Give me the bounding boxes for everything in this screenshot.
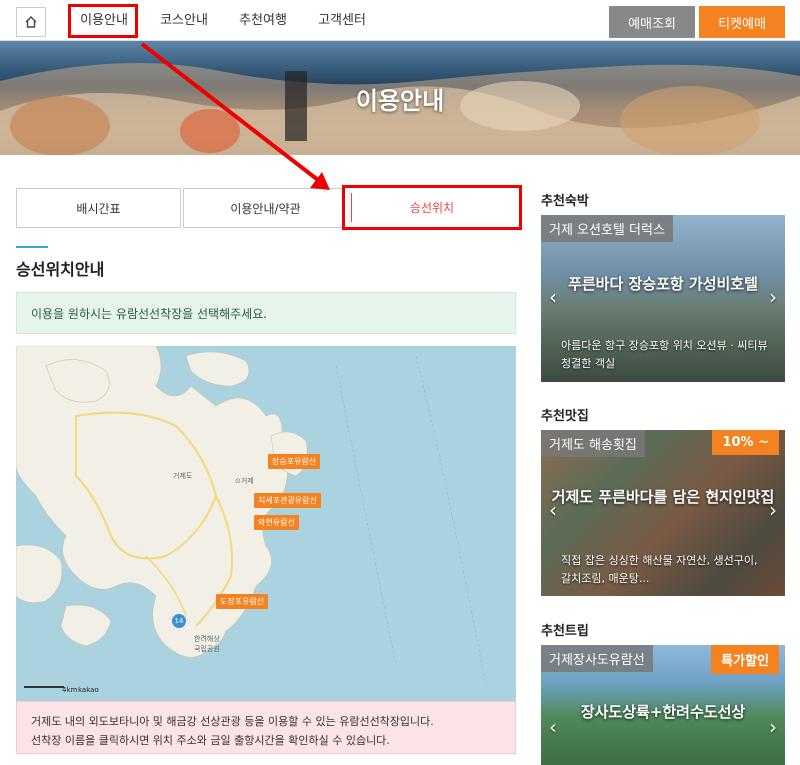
map-label-geoje: ⊙거제 [235, 477, 254, 485]
nav-item-course[interactable]: 코스안내 [150, 0, 218, 41]
pin-wahyeon[interactable]: 와현유람선 [254, 515, 299, 530]
card-food-tag: 거제도 해송횟집 [541, 430, 645, 457]
nav-highlight-box [68, 4, 138, 38]
section-title: 승선위치안내 [16, 260, 105, 279]
card-trip-prev-icon[interactable]: ‹ [549, 715, 557, 739]
card-food-badge: 10% ~ [712, 430, 779, 455]
card-food-next-icon[interactable]: › [769, 498, 777, 522]
sidebar-heading-food: 추천맛집 [541, 409, 589, 424]
card-trip-headline: 장사도상륙+한려수도선상 [580, 703, 746, 721]
nav-item-recommend[interactable]: 추천여행 [229, 0, 297, 41]
reservation-lookup-button[interactable]: 예매조회 [609, 6, 695, 38]
notice-box: 이용을 원하시는 유람선선착장을 선택해주세요. [16, 292, 516, 334]
tab-boarding-location[interactable]: 승선위치 [342, 185, 522, 230]
info-line-2: 선착장 이름을 클릭하시면 위치 주소와 금일 출항시간을 확인하실 수 있습니… [31, 734, 390, 747]
card-food-prev-icon[interactable]: ‹ [549, 498, 557, 522]
map-scale-text: 4km [62, 686, 78, 694]
nav-item-support[interactable]: 고객센터 [308, 0, 376, 41]
road-number-badge: 14 [172, 614, 186, 628]
card-trip-next-icon[interactable]: › [769, 715, 777, 739]
map-scale-bar [24, 686, 64, 688]
tab-schedule[interactable]: 배시간표 [16, 188, 181, 228]
section-accent-bar [16, 246, 48, 248]
ticket-booking-button[interactable]: 티켓예매 [699, 6, 785, 38]
card-stay-desc: 아름다운 항구 장승포항 위치 오션뷰 · 씨티뷰 청결한 객실 [561, 339, 768, 370]
kakao-logo: kakao [78, 686, 99, 694]
tab-terms[interactable]: 이용안내/약관 [183, 188, 348, 228]
top-navigation: 이용안내 코스안내 추천여행 고객센터 예매조회 티켓예매 [0, 0, 800, 41]
map-label-park: 한려해상 국립공원 [194, 635, 220, 653]
sidebar-heading-trip: 추천트립 [541, 624, 589, 639]
card-stay-next-icon[interactable]: › [769, 285, 777, 309]
card-trip-tag: 거제장사도유람선 [541, 645, 653, 672]
pin-jangseungpo[interactable]: 장승포유람선 [268, 454, 321, 469]
card-stay-prev-icon[interactable]: ‹ [549, 285, 557, 309]
card-stay-headline: 푸른바다 장승포항 가성비호텔 [568, 275, 758, 293]
boarding-map[interactable]: 장승포유람선 지세포관광유람선 와현유람선 도장포유람선 거제도 ⊙거제 한려해… [16, 346, 516, 701]
card-food[interactable]: 거제도 해송횟집 10% ~ 거제도 푸른바다를 담은 현지인맛집 ‹ › 직접… [541, 430, 785, 596]
card-trip-badge: 특가할인 [711, 645, 779, 674]
hero-title: 이용안내 [355, 86, 445, 115]
info-line-1: 거제도 내의 외도보타니아 및 해금강 선상관광 등을 이용할 수 있는 유람선… [31, 715, 434, 728]
pin-jisepo[interactable]: 지세포관광유람선 [254, 493, 321, 508]
sidebar-heading-stay: 추천숙박 [541, 194, 589, 209]
info-box: 거제도 내의 외도보타니아 및 해금강 선상관광 등을 이용할 수 있는 유람선… [16, 701, 516, 754]
map-label-geojedo: 거제도 [173, 472, 193, 480]
card-food-headline: 거제도 푸른바다를 담은 현지인맛집 [551, 488, 775, 506]
card-stay[interactable]: 거제 오션호텔 더럭스 푸른바다 장승포항 가성비호텔 ‹ › 아름다운 항구 … [541, 215, 785, 382]
card-food-desc: 직접 잡은 싱싱한 해산물 자연산, 생선구이, 갈치조림, 매운탕... [561, 554, 758, 585]
pin-dojangpo[interactable]: 도장포유람선 [216, 594, 269, 609]
card-trip[interactable]: 거제장사도유람선 특가할인 장사도상륙+한려수도선상 ‹ › [541, 645, 785, 765]
card-stay-tag: 거제 오션호텔 더럭스 [541, 215, 673, 242]
home-icon[interactable] [16, 7, 46, 37]
hero-banner: 이용안내 [0, 41, 800, 155]
